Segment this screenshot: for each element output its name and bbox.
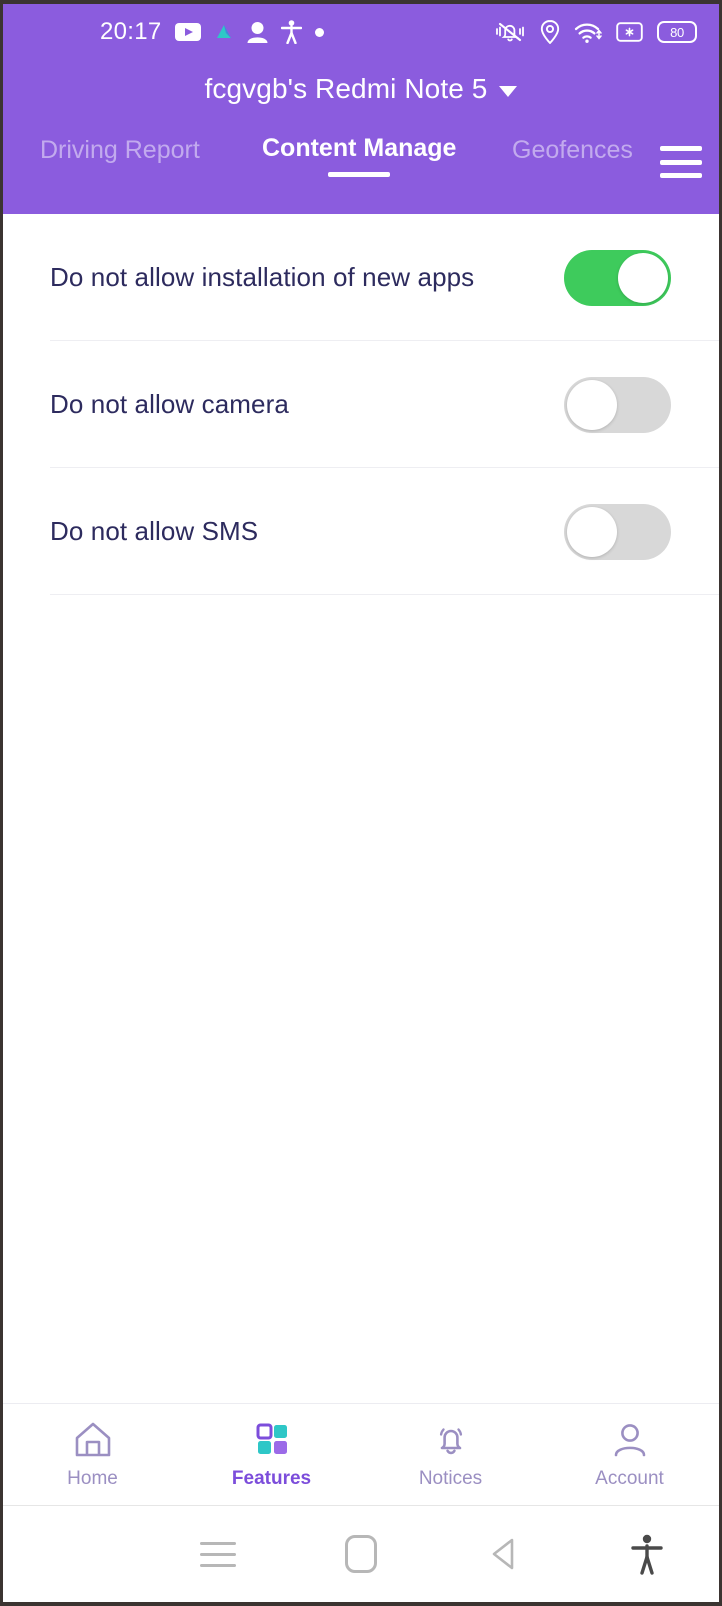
page-title: fcgvgb's Redmi Note 5 bbox=[205, 73, 488, 105]
nav-item-account-label: Account bbox=[595, 1468, 664, 1490]
sysnav-accessibility-button[interactable] bbox=[576, 1533, 719, 1575]
wifi-icon bbox=[574, 21, 602, 44]
nav-item-home-label: Home bbox=[67, 1468, 118, 1490]
list-item-label: Do not allow SMS bbox=[50, 516, 258, 547]
accessibility-icon bbox=[630, 1533, 664, 1575]
person-icon bbox=[610, 1419, 650, 1461]
back-icon bbox=[487, 1535, 521, 1573]
toggle-knob bbox=[618, 253, 668, 303]
tab-geofences[interactable]: Geofences bbox=[512, 136, 633, 179]
device-title-row[interactable]: fcgvgb's Redmi Note 5 bbox=[3, 60, 719, 118]
home-icon bbox=[345, 1535, 377, 1573]
grid-icon bbox=[252, 1419, 292, 1461]
status-bar-right: 80 bbox=[494, 20, 697, 44]
list-item[interactable]: Do not allow installation of new apps bbox=[3, 214, 719, 341]
app-header: 20:17 bbox=[3, 4, 719, 214]
status-bar-left: 20:17 bbox=[100, 20, 324, 44]
list-item-label: Do not allow camera bbox=[50, 389, 289, 420]
status-bar: 20:17 bbox=[3, 4, 719, 60]
tab-content-manage[interactable]: Content Manage bbox=[262, 134, 456, 177]
youtube-icon bbox=[175, 23, 201, 41]
location-pin-icon bbox=[540, 20, 560, 44]
nav-item-notices-label: Notices bbox=[419, 1468, 482, 1490]
nav-item-account[interactable]: Account bbox=[540, 1419, 719, 1490]
tab-bar: Driving Report Content Manage Geofences bbox=[3, 118, 719, 214]
bell-icon bbox=[431, 1419, 471, 1461]
list-item-label: Do not allow installation of new apps bbox=[50, 262, 474, 293]
settings-list: Do not allow installation of new apps Do… bbox=[3, 214, 719, 1403]
list-item[interactable]: Do not allow camera bbox=[3, 341, 719, 468]
hamburger-menu-icon[interactable] bbox=[660, 146, 702, 178]
tab-content-manage-label: Content Manage bbox=[262, 134, 456, 162]
active-tab-indicator bbox=[328, 172, 390, 177]
phone-screen: 20:17 bbox=[3, 4, 719, 1602]
vibrate-off-icon bbox=[494, 21, 526, 43]
list-item[interactable]: Do not allow SMS bbox=[3, 468, 719, 595]
toggle-knob bbox=[567, 380, 617, 430]
toggle-no-sms[interactable] bbox=[564, 504, 671, 560]
accessibility-icon bbox=[281, 20, 302, 44]
toggle-no-camera[interactable] bbox=[564, 377, 671, 433]
status-bar-clock: 20:17 bbox=[100, 20, 162, 44]
toggle-no-new-apps[interactable] bbox=[564, 250, 671, 306]
chevron-down-icon[interactable] bbox=[499, 86, 517, 97]
battery-level: 80 bbox=[670, 26, 684, 39]
dot-icon bbox=[315, 28, 324, 37]
sysnav-home-button[interactable] bbox=[289, 1535, 432, 1573]
system-navigation-bar bbox=[3, 1505, 719, 1602]
avatar-icon bbox=[247, 21, 268, 43]
teal-arrow-icon bbox=[214, 22, 234, 42]
sysnav-back-button[interactable] bbox=[433, 1535, 576, 1573]
battery-icon: 80 bbox=[657, 21, 697, 43]
toggle-knob bbox=[567, 507, 617, 557]
recents-icon bbox=[200, 1542, 236, 1567]
nav-item-notices[interactable]: Notices bbox=[361, 1419, 540, 1490]
nav-item-features-label: Features bbox=[232, 1468, 311, 1490]
bottom-navigation: Home Features bbox=[3, 1403, 719, 1505]
no-sim-icon bbox=[616, 21, 643, 43]
nav-item-features[interactable]: Features bbox=[182, 1419, 361, 1490]
sysnav-recents-button[interactable] bbox=[146, 1542, 289, 1567]
home-icon bbox=[73, 1419, 113, 1461]
tab-driving-report[interactable]: Driving Report bbox=[40, 136, 200, 179]
nav-item-home[interactable]: Home bbox=[3, 1419, 182, 1490]
